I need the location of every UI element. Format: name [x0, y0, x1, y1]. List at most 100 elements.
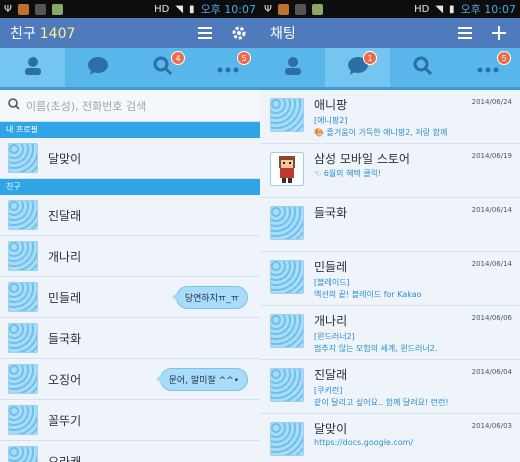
avatar [8, 143, 38, 173]
chat-row[interactable]: 삼성 모바일 스토어 ☜ 6월의 혜택 클릭! 2014/06/19 [260, 144, 520, 198]
friend-row[interactable]: 꼴뚜기 [0, 400, 260, 441]
usb-icon: Ψ [264, 3, 272, 15]
avatar [270, 152, 304, 186]
person-icon [23, 56, 43, 80]
my-profile-row[interactable]: 달맞이 [0, 138, 260, 179]
notification-icon [277, 3, 289, 15]
chats-screen: Ψ HD ◥ ▮ 오후 10:07 채팅 1 5 애니팡 [애니팡2] 🎨 즐거움이… [260, 0, 520, 462]
chat-sub: [블레이드] [314, 278, 350, 287]
chat-badge: 1 [363, 51, 377, 65]
notification-icon [311, 3, 323, 15]
chat-message: ☜ 6월의 혜택 클릭! [314, 169, 382, 178]
search-icon [153, 56, 173, 80]
friend-row[interactable]: 개나리 [0, 236, 260, 277]
notification-icon [51, 3, 63, 15]
chat-message: 🎨 즐거움이 가득한 애니팡2, 저랑 함께 [314, 128, 448, 137]
clock: 오후 10:07 [460, 3, 516, 16]
friend-row[interactable]: 민들레 당연하지ㅠ_ㅠ [0, 277, 260, 318]
avatar [8, 405, 38, 435]
wifi-icon: ◥ [435, 3, 444, 15]
person-icon [283, 56, 303, 80]
chat-date: 2014/06/04 [471, 368, 512, 376]
tab-chats[interactable]: 4 [65, 48, 185, 87]
chat-date: 2014/06/14 [471, 206, 512, 214]
status-message: 문어, 말미잘 ^^• [155, 367, 248, 391]
chat-bubble-icon [87, 56, 109, 80]
tab-chats[interactable]: 1 [325, 48, 390, 87]
avatar [8, 282, 38, 312]
chat-date: 2014/06/19 [471, 152, 512, 160]
friend-row[interactable]: 들국화 [0, 318, 260, 359]
tab-search[interactable] [390, 48, 455, 87]
menu-icon[interactable] [452, 20, 478, 46]
signal-icon: ▮ [449, 3, 455, 15]
chat-row[interactable]: 달맞이 https://docs.google.com/2014/06/03 [260, 414, 520, 462]
chat-message: 액션의 끝! 블레이드 for Kakao [314, 290, 422, 299]
avatar [270, 314, 304, 348]
page-title: 채팅 [270, 26, 296, 42]
tab-friends[interactable] [0, 48, 65, 87]
friend-name: 진달래 [48, 208, 82, 223]
chat-row[interactable]: 들국화 2014/06/14 [260, 198, 520, 252]
clock: 오후 10:07 [200, 3, 256, 16]
friend-row[interactable]: 오징어 문어, 말미잘 ^^• [0, 359, 260, 400]
avatar [8, 200, 38, 230]
header: 친구 1407 [0, 18, 260, 48]
search-icon [413, 56, 433, 80]
chat-row[interactable]: 개나리 [윈드러너2] 멈추지 않는 모험의 세계, 윈드러너2. 2014/06/0… [260, 306, 520, 360]
status-bar: Ψ HD ◥ ▮ 오후 10:07 [0, 0, 260, 18]
friend-name: 개나리 [48, 249, 82, 264]
usb-icon: Ψ [4, 3, 12, 15]
friend-row[interactable]: 오라캐 [0, 441, 260, 462]
section-header-profile: 내 프로필 [0, 122, 260, 138]
tab-search[interactable] [130, 48, 195, 87]
hd-voice-label: HD [154, 3, 170, 15]
avatar [270, 206, 304, 240]
notification-icon [34, 3, 46, 15]
chat-row[interactable]: 진달래 [쿠키런] 같이 달리고 싶어요.. 함께 달려요! 런런! 2014/06/… [260, 360, 520, 414]
plus-icon[interactable] [486, 20, 512, 46]
more-badge: 5 [237, 51, 251, 65]
tab-more[interactable]: 5 [455, 48, 520, 87]
chat-sub: [애니팡2] [314, 116, 348, 125]
notification-icon [294, 3, 306, 15]
friend-row[interactable]: 진달래 [0, 195, 260, 236]
friend-count: 1407 [39, 26, 76, 42]
friend-name: 달맞이 [48, 151, 82, 166]
tab-bar: 4 5 [0, 48, 260, 90]
chat-sub: [쿠키런] [314, 386, 343, 395]
search-bar[interactable]: 이름(초성), 전화번호 검색 [0, 90, 260, 122]
chat-date: 2014/06/03 [471, 422, 512, 430]
more-icon [217, 58, 239, 77]
tab-friends[interactable] [260, 48, 325, 87]
chat-row[interactable]: 애니팡 [애니팡2] 🎨 즐거움이 가득한 애니팡2, 저랑 함께 2014/06/2… [260, 90, 520, 144]
avatar [8, 446, 38, 462]
chat-sub: [윈드러너2] [314, 332, 355, 341]
avatar [270, 260, 304, 294]
avatar [270, 98, 304, 132]
friend-name: 오징어 [48, 372, 82, 387]
menu-icon[interactable] [192, 20, 218, 46]
signal-icon: ▮ [189, 3, 195, 15]
chat-message: 같이 달리고 싶어요.. 함께 달려요! 런런! [314, 398, 449, 407]
page-title: 친구 [10, 26, 36, 42]
header: 채팅 [260, 18, 520, 48]
status-message: 당연하지ㅠ_ㅠ [171, 285, 248, 309]
friend-name: 오라캐 [48, 454, 82, 462]
chat-message: https://docs.google.com/ [314, 438, 414, 447]
chat-date: 2014/06/14 [471, 260, 512, 268]
gear-icon[interactable] [226, 20, 252, 46]
notification-icon [17, 3, 29, 15]
friends-screen: Ψ HD ◥ ▮ 오후 10:07 친구 1407 4 5 이름(초성), 전화번… [0, 0, 260, 462]
tab-bar: 1 5 [260, 48, 520, 90]
avatar [8, 241, 38, 271]
chat-date: 2014/06/06 [471, 314, 512, 322]
wifi-icon: ◥ [175, 3, 184, 15]
more-badge: 5 [497, 51, 511, 65]
chat-row[interactable]: 민들레 [블레이드] 액션의 끝! 블레이드 for Kakao 2014/06/14 [260, 252, 520, 306]
chat-date: 2014/06/24 [471, 98, 512, 106]
search-input[interactable]: 이름(초성), 전화번호 검색 [26, 98, 146, 114]
tab-more[interactable]: 5 [195, 48, 260, 87]
section-header-friends: 친구 [0, 179, 260, 195]
avatar [8, 364, 38, 394]
